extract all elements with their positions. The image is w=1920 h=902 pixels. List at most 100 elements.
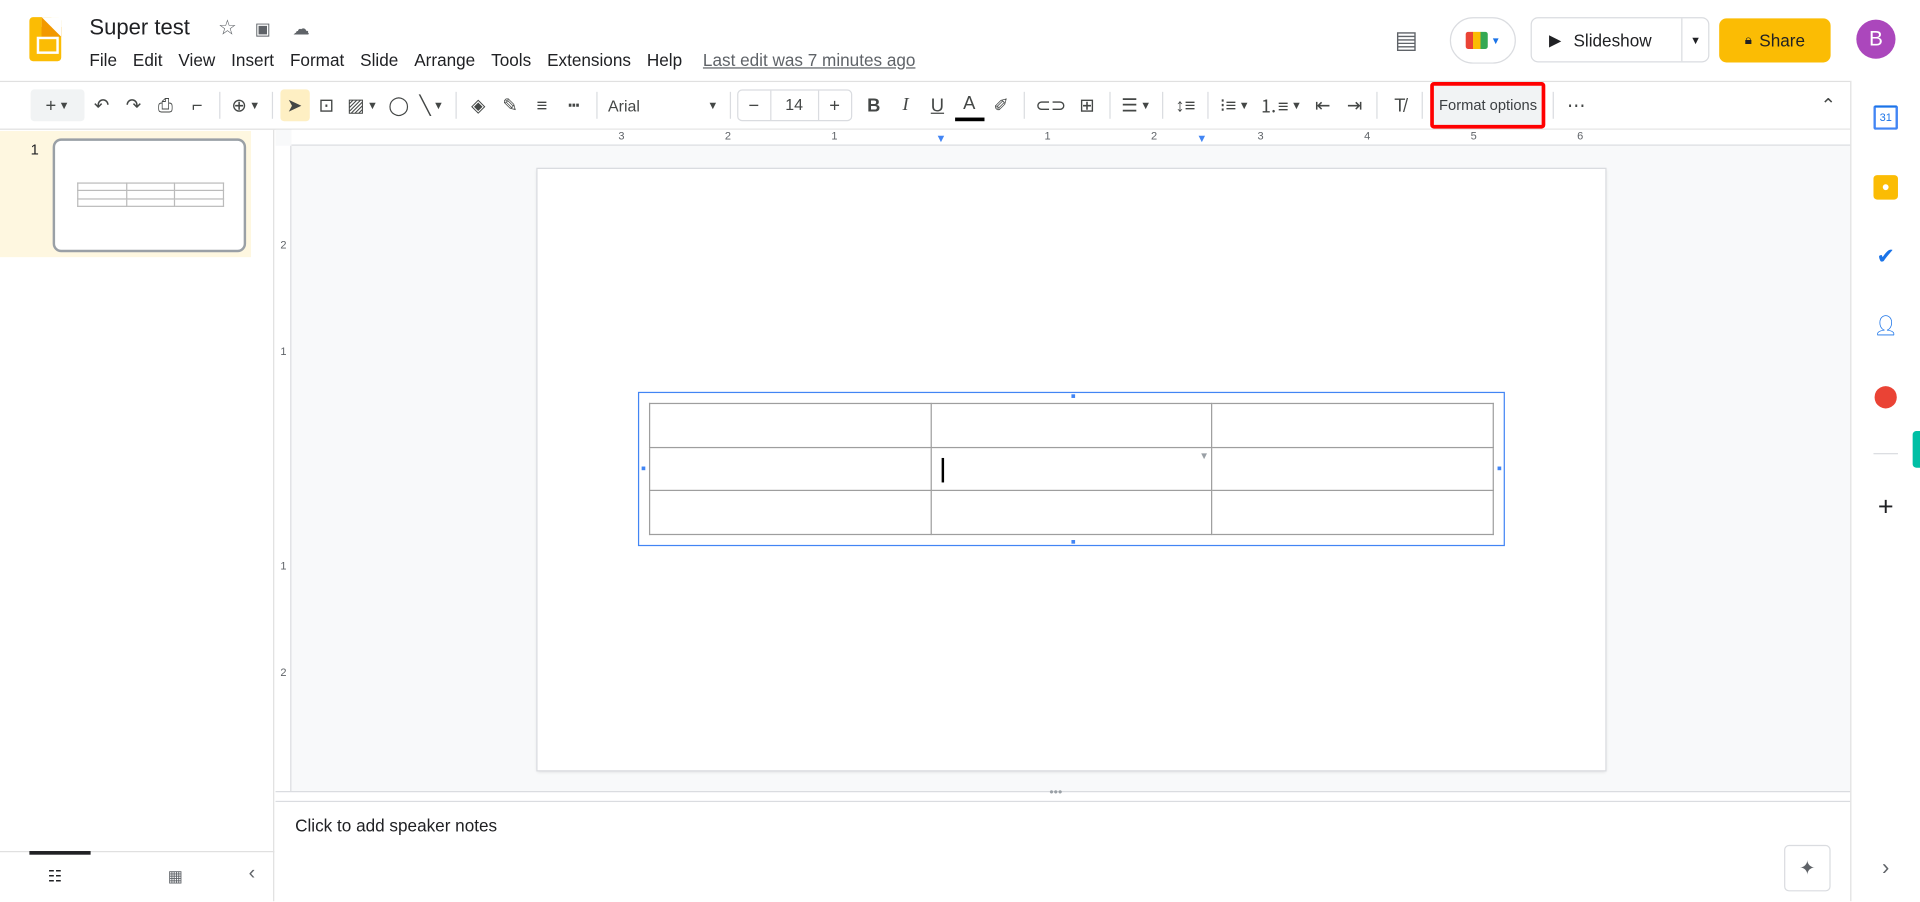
bold-icon[interactable]: B	[859, 89, 888, 121]
share-label: Share	[1759, 30, 1806, 51]
line-spacing-icon[interactable]: ↕≡	[1171, 89, 1200, 121]
filmstrip-footer: ☷ ▦ ‹	[0, 851, 275, 902]
numbered-list-button[interactable]: ⒈≡ ▼	[1256, 89, 1306, 121]
slideshow-dropdown[interactable]: ▼	[1681, 18, 1708, 62]
fill-color-icon[interactable]: ◈	[464, 89, 493, 121]
print-icon[interactable]: ⎙	[151, 89, 180, 121]
highlight-icon[interactable]: ✐	[986, 89, 1015, 121]
menu-bar: File Edit View Insert Format Slide Arran…	[89, 50, 931, 70]
menu-format[interactable]: Format	[290, 50, 344, 70]
format-options-button[interactable]: Format options	[1430, 82, 1546, 129]
more-icon[interactable]: ⋯	[1562, 89, 1591, 121]
table-cell[interactable]	[1211, 446, 1494, 492]
table-cell[interactable]: ▼	[930, 446, 1213, 492]
avatar[interactable]: B	[1856, 19, 1896, 59]
calendar-icon[interactable]: 31	[1873, 105, 1898, 130]
maps-icon[interactable]: ⬤	[1873, 383, 1898, 407]
align-button[interactable]: ☰ ▼	[1118, 89, 1155, 121]
table-cell[interactable]	[1211, 402, 1494, 448]
table-row: ▼	[648, 446, 1494, 492]
increase-font-size[interactable]: +	[820, 89, 849, 121]
table-cell[interactable]	[1211, 490, 1494, 536]
explore-button[interactable]: ✦	[1784, 844, 1831, 892]
lock-icon: 🔒︎	[1744, 32, 1752, 48]
table-cell[interactable]	[648, 446, 932, 492]
redo-icon[interactable]: ↷	[119, 89, 148, 121]
new-slide-button[interactable]: + ▼	[30, 89, 85, 122]
last-edit-link[interactable]: Last edit was 7 minutes ago	[703, 50, 916, 70]
undo-icon[interactable]: ↶	[87, 89, 116, 121]
text-color-icon[interactable]: A	[954, 89, 984, 122]
comments-icon[interactable]: ▤	[1395, 24, 1418, 55]
menu-help[interactable]: Help	[647, 50, 682, 70]
comment-add-icon[interactable]: ⊞	[1072, 89, 1101, 121]
paint-format-icon[interactable]: ⌐	[182, 89, 211, 121]
side-panel-indicator	[1912, 431, 1920, 468]
move-folder-icon[interactable]: ▣	[255, 18, 271, 39]
grid-view-icon[interactable]: ▦	[168, 867, 183, 887]
table-cell[interactable]	[930, 490, 1213, 536]
menu-file[interactable]: File	[89, 50, 117, 70]
clear-formatting-icon[interactable]: T̸	[1385, 89, 1414, 121]
keep-icon[interactable]: ●	[1873, 175, 1898, 200]
table-cell[interactable]	[648, 490, 932, 536]
menu-insert[interactable]: Insert	[231, 50, 274, 70]
slideshow-button[interactable]: ▶ Slideshow ▼	[1530, 17, 1710, 63]
increase-indent-icon[interactable]: ⇥	[1340, 89, 1369, 121]
text-box-icon[interactable]: ⊡	[312, 89, 341, 121]
slide-number: 1	[30, 140, 39, 158]
star-icon[interactable]: ☆	[218, 16, 237, 40]
menu-extensions[interactable]: Extensions	[547, 50, 631, 70]
menu-tools[interactable]: Tools	[491, 50, 531, 70]
tasks-icon[interactable]: ✔	[1873, 243, 1897, 268]
indent-marker-left[interactable]: ▼	[936, 132, 947, 144]
table-cell[interactable]	[648, 402, 932, 448]
play-icon: ▶	[1548, 30, 1562, 49]
italic-icon[interactable]: I	[891, 89, 920, 121]
table-cell[interactable]	[930, 402, 1213, 448]
table[interactable]: ▼	[648, 402, 1494, 536]
share-button[interactable]: 🔒︎ Share	[1719, 18, 1831, 63]
collapse-filmstrip-icon[interactable]: ‹	[249, 863, 256, 885]
menu-arrange[interactable]: Arrange	[414, 50, 475, 70]
contacts-icon[interactable]: 👤︎	[1873, 313, 1898, 337]
notes-resize-handle[interactable]: •••	[275, 786, 1851, 803]
font-size-input[interactable]: 14	[769, 90, 819, 121]
document-title[interactable]: Super test	[89, 15, 189, 41]
zoom-button[interactable]: ⊕ ▼	[228, 89, 264, 121]
menu-edit[interactable]: Edit	[133, 50, 163, 70]
border-color-icon[interactable]: ✎	[495, 89, 524, 121]
slide-thumbnail[interactable]	[52, 138, 247, 253]
speaker-notes[interactable]: Click to add speaker notes	[295, 816, 497, 836]
decrease-indent-icon[interactable]: ⇤	[1308, 89, 1337, 121]
cell-menu-icon[interactable]: ▼	[1199, 450, 1209, 461]
meet-icon	[1465, 31, 1488, 49]
meet-button[interactable]: ▼	[1449, 17, 1516, 64]
select-icon[interactable]: ➤	[279, 89, 310, 122]
font-select[interactable]: Arial ▼	[604, 89, 722, 121]
collapse-toolbar-icon[interactable]: ⌃	[1813, 89, 1842, 121]
link-icon[interactable]: ⊂⊃	[1032, 89, 1070, 121]
add-addon-icon[interactable]: +	[1873, 491, 1897, 522]
table-row	[648, 402, 1494, 448]
line-button[interactable]: ╲ ▼	[416, 89, 448, 121]
underline-icon[interactable]: U	[923, 89, 952, 121]
indent-marker-right[interactable]: ▼	[1196, 132, 1207, 144]
filmstrip-view-icon[interactable]: ☷	[48, 867, 62, 887]
bulleted-list-button[interactable]: ⁝≡ ▼	[1216, 89, 1253, 121]
decrease-font-size[interactable]: −	[739, 89, 768, 121]
text-cursor	[941, 457, 944, 483]
expand-side-panel-icon[interactable]: ›	[1873, 854, 1897, 879]
table-row	[648, 490, 1494, 536]
cloud-saved-icon[interactable]: ☁	[293, 18, 310, 39]
border-weight-icon[interactable]: ≡	[527, 89, 556, 121]
menu-slide[interactable]: Slide	[360, 50, 398, 70]
horizontal-ruler[interactable]: 321123456 ▼ ▼	[291, 129, 1851, 146]
menu-view[interactable]: View	[178, 50, 215, 70]
font-name: Arial	[608, 96, 640, 115]
vertical-ruler[interactable]: 2112	[275, 145, 292, 792]
slides-logo[interactable]	[29, 17, 62, 62]
shape-icon[interactable]: ◯	[384, 89, 413, 121]
border-dash-icon[interactable]: ┅	[559, 89, 588, 121]
image-button[interactable]: ▨ ▼	[343, 89, 381, 121]
